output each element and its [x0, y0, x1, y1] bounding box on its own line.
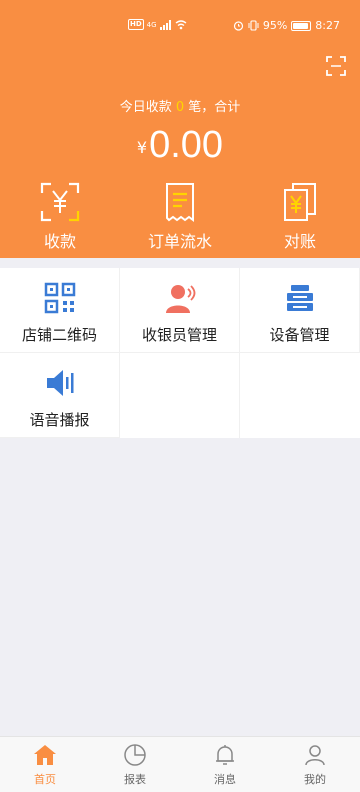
status-bar: HD 4G 95% 8:27: [0, 0, 360, 52]
tab-home-label: 首页: [34, 773, 56, 786]
cashier-manage-button[interactable]: 收银员管理: [120, 268, 240, 353]
tab-mine-label: 我的: [304, 773, 326, 786]
signal-label: 4G: [146, 20, 157, 29]
tab-messages-label: 消息: [214, 773, 236, 786]
summary-suffix: 笔，合计: [188, 100, 241, 115]
order-flow-label: 订单流水: [147, 232, 212, 251]
clock: 8:27: [315, 19, 340, 32]
cashier-icon: [165, 285, 195, 313]
voice-broadcast-label: 语音播报: [29, 411, 90, 429]
voice-broadcast-button[interactable]: 语音播报: [0, 353, 120, 438]
device-icon: [286, 285, 313, 311]
qr-code-icon: [44, 282, 75, 314]
vibrate-icon: [248, 20, 259, 31]
user-icon: [305, 745, 325, 766]
pie-chart-icon: [124, 744, 146, 766]
reconcile-button[interactable]: 对账: [240, 182, 360, 252]
collect-button[interactable]: 收款: [0, 182, 120, 252]
header-panel: 今日收款 0 笔，合计 ¥0.00 收款 订单流水 对账: [0, 52, 360, 258]
tab-reports[interactable]: 报表: [90, 737, 180, 792]
summary-count: 0: [175, 100, 185, 115]
empty-cell: [240, 353, 360, 438]
hd-badge: HD: [128, 19, 144, 30]
order-flow-button[interactable]: 订单流水: [120, 182, 240, 252]
reconcile-label: 对账: [283, 232, 316, 251]
collect-label: 收款: [43, 232, 76, 251]
header-actions: 收款 订单流水 对账: [0, 182, 360, 252]
store-qr-button[interactable]: 店铺二维码: [0, 268, 120, 353]
amount-value: 0.00: [149, 124, 224, 166]
bell-icon: [216, 745, 234, 765]
reconcile-icon: [284, 183, 316, 221]
wifi-icon: [175, 19, 186, 29]
summary-prefix: 今日收款: [119, 100, 172, 115]
speaker-icon: [46, 370, 73, 396]
home-icon: [34, 745, 56, 765]
today-summary: 今日收款 0 笔，合计: [0, 96, 360, 115]
receipt-icon: [166, 183, 194, 222]
tab-mine[interactable]: 我的: [270, 737, 360, 792]
currency-symbol: ¥: [136, 138, 148, 157]
total-amount: ¥0.00: [0, 124, 360, 167]
device-manage-button[interactable]: 设备管理: [240, 268, 360, 353]
tab-messages[interactable]: 消息: [180, 737, 270, 792]
empty-cell: [120, 353, 240, 438]
battery-icon: [291, 20, 312, 31]
tab-home[interactable]: 首页: [0, 737, 90, 792]
bottom-tab-bar: 首页 报表 消息 我的: [0, 736, 360, 792]
cashier-manage-label: 收银员管理: [141, 326, 217, 344]
function-grid: 店铺二维码 收银员管理 设备管理 语音播报: [0, 268, 360, 438]
battery-fill: [293, 22, 309, 29]
tab-reports-label: 报表: [124, 773, 146, 786]
alarm-icon: [233, 21, 243, 31]
device-manage-label: 设备管理: [269, 326, 330, 344]
yuan-scan-icon: [40, 182, 80, 222]
status-right: 95% 8:27: [233, 19, 340, 32]
status-left: HD 4G: [128, 19, 187, 30]
scan-icon[interactable]: [325, 55, 347, 77]
signal-icon: [159, 19, 171, 30]
battery-percent: 95%: [262, 19, 288, 32]
store-qr-label: 店铺二维码: [21, 326, 97, 344]
